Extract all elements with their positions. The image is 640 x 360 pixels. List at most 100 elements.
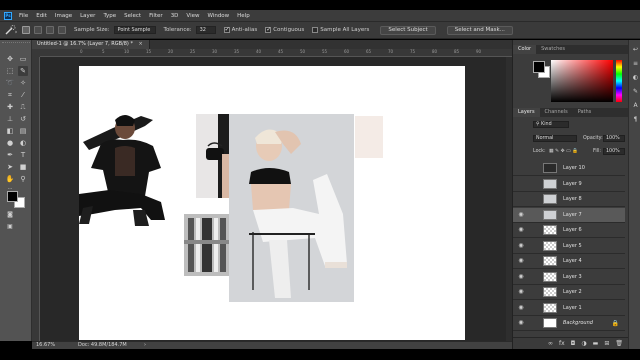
artboard-tool-icon[interactable]: ▭ [18, 54, 28, 64]
quick-mask-icon[interactable]: ◙ [5, 210, 15, 220]
shape-tool-icon[interactable]: ■ [18, 162, 28, 172]
document-tab[interactable]: Untitled-1 @ 16.7% (Layer 7, RGB/8) * × [32, 40, 150, 49]
model-black-outfit-image[interactable] [79, 98, 183, 228]
quick-selection-icon[interactable] [4, 25, 18, 36]
layer-row[interactable]: Layer 8 [513, 192, 625, 207]
visibility-eye-icon[interactable]: ◉ [517, 319, 525, 327]
eyedropper-tool-icon[interactable]: ⁄ [18, 90, 28, 100]
layer-name[interactable]: Layer 10 [563, 161, 585, 176]
adjustment-icon[interactable]: ◑ [581, 340, 586, 348]
fill-input[interactable]: 100% [603, 148, 625, 155]
anti-alias-checkbox[interactable]: Anti-alias [223, 26, 257, 33]
visibility-eye-icon[interactable] [517, 180, 525, 188]
add-to-selection-button[interactable] [34, 26, 42, 34]
visibility-eye-icon[interactable]: ◉ [517, 273, 525, 281]
layer-thumbnail[interactable] [543, 178, 557, 189]
menu-image[interactable]: Image [51, 13, 76, 19]
layer-name[interactable]: Background [563, 316, 593, 331]
select-subject-button[interactable]: Select Subject [380, 25, 436, 35]
fx-icon[interactable]: fx [559, 340, 565, 348]
layer-thumbnail[interactable] [543, 209, 557, 220]
layer-row[interactable]: ◉ Layer 6 [513, 223, 625, 238]
menu-type[interactable]: Type [99, 13, 120, 19]
menu-filter[interactable]: Filter [145, 13, 167, 19]
character-icon[interactable]: A [632, 102, 639, 109]
blend-mode-select[interactable]: Normal [533, 135, 577, 142]
doc-info[interactable]: Doc: 49.8M/184.7M [78, 342, 127, 349]
brush-settings-icon[interactable]: ✎ [632, 88, 639, 95]
link-icon[interactable]: ∞ [548, 340, 553, 348]
contiguous-checkbox[interactable]: Contiguous [265, 26, 304, 33]
close-tab-icon[interactable]: × [139, 41, 143, 47]
new-layer-icon[interactable]: ⊞ [604, 340, 609, 348]
layer-thumbnail[interactable] [543, 318, 557, 328]
sample-size-select[interactable]: Point Sample [113, 26, 156, 34]
layer-name[interactable]: Layer 5 [563, 239, 582, 254]
layer-thumbnail[interactable] [543, 271, 557, 282]
visibility-eye-icon[interactable] [517, 195, 525, 203]
mask-icon[interactable]: ◘ [571, 340, 576, 348]
layer-row[interactable]: ◉ Layer 7 [513, 207, 625, 223]
gradient-tool-icon[interactable]: ▤ [18, 126, 28, 136]
layer-name[interactable]: Layer 4 [563, 254, 582, 269]
tolerance-input[interactable]: 32 [195, 26, 216, 34]
magic-wand-tool-icon[interactable]: ✧ [18, 78, 28, 88]
layer-row[interactable]: ◉ Layer 2 [513, 285, 625, 300]
layer-row[interactable]: Layer 9 [513, 176, 625, 192]
building-facade-image[interactable] [184, 214, 230, 276]
visibility-eye-icon[interactable]: ◉ [517, 288, 525, 296]
layer-row[interactable]: ◉ Layer 1 [513, 300, 625, 316]
visibility-eye-icon[interactable]: ◉ [517, 242, 525, 250]
sample-all-layers-checkbox[interactable]: Sample All Layers [312, 27, 369, 33]
menu-edit[interactable]: Edit [32, 13, 51, 19]
clone-stamp-tool-icon[interactable]: ⊥ [5, 114, 15, 124]
move-tool-icon[interactable]: ✥ [5, 54, 15, 64]
layer-filter-select[interactable]: ⚲ Kind [533, 121, 569, 128]
history-brush-tool-icon[interactable]: ↺ [18, 114, 28, 124]
bag-closeup-image[interactable] [196, 114, 230, 198]
layer-thumbnail[interactable] [543, 163, 557, 173]
opacity-input[interactable]: 100% [603, 135, 625, 142]
visibility-eye-icon[interactable]: ◉ [517, 304, 525, 312]
layer-name[interactable]: Layer 9 [563, 177, 582, 192]
layer-name[interactable]: Layer 6 [563, 223, 582, 238]
horizontal-ruler[interactable]: 0 5 10 15 20 25 30 35 40 45 50 55 60 65 … [40, 49, 512, 57]
model-white-outfit-image[interactable] [229, 114, 354, 302]
layer-thumbnail[interactable] [543, 240, 557, 251]
color-field[interactable] [551, 60, 613, 102]
dodge-tool-icon[interactable]: ◐ [18, 138, 28, 148]
status-arrow-icon[interactable]: › [144, 342, 146, 349]
layer-thumbnail[interactable] [543, 287, 557, 297]
layer-name[interactable]: Layer 7 [563, 208, 582, 223]
menu-view[interactable]: View [182, 13, 203, 19]
tab-layers[interactable]: Layers [513, 108, 540, 117]
zoom-level[interactable]: 16.67% [36, 342, 55, 349]
select-and-mask-button[interactable]: Select and Mask... [446, 25, 513, 35]
menu-select[interactable]: Select [120, 13, 145, 19]
visibility-eye-icon[interactable] [517, 164, 525, 172]
tab-color[interactable]: Color [513, 45, 537, 54]
marquee-tool-icon[interactable]: ⬚ [5, 66, 15, 76]
pen-tool-icon[interactable]: ✒ [5, 150, 15, 160]
eraser-tool-icon[interactable]: ◧ [5, 126, 15, 136]
tab-channels[interactable]: Channels [540, 108, 573, 117]
history-icon[interactable]: ↩ [632, 46, 639, 53]
lasso-tool-icon[interactable]: ➰ [5, 78, 15, 88]
menu-window[interactable]: Window [203, 13, 233, 19]
subtract-from-selection-button[interactable] [46, 26, 54, 34]
visibility-eye-icon[interactable]: ◉ [517, 211, 525, 219]
new-selection-button[interactable] [22, 26, 30, 34]
tab-paths[interactable]: Paths [573, 108, 597, 117]
panel-grip[interactable] [2, 42, 30, 45]
layer-thumbnail[interactable] [543, 256, 557, 266]
menu-3d[interactable]: 3D [167, 13, 183, 19]
hue-slider[interactable] [616, 60, 622, 102]
screen-mode-icon[interactable]: ▣ [5, 222, 15, 232]
hand-tool-icon[interactable]: ✋ [5, 174, 15, 184]
brush-tool-icon[interactable]: ⎍ [18, 102, 28, 112]
foreground-color-swatch[interactable] [7, 191, 18, 202]
menu-file[interactable]: File [15, 13, 32, 19]
lock-icons[interactable]: ▦ ✎ ✥ ▭ 🔒 [549, 148, 578, 155]
layer-name[interactable]: Layer 8 [563, 192, 582, 207]
trash-icon[interactable]: 🗑 [615, 340, 623, 348]
